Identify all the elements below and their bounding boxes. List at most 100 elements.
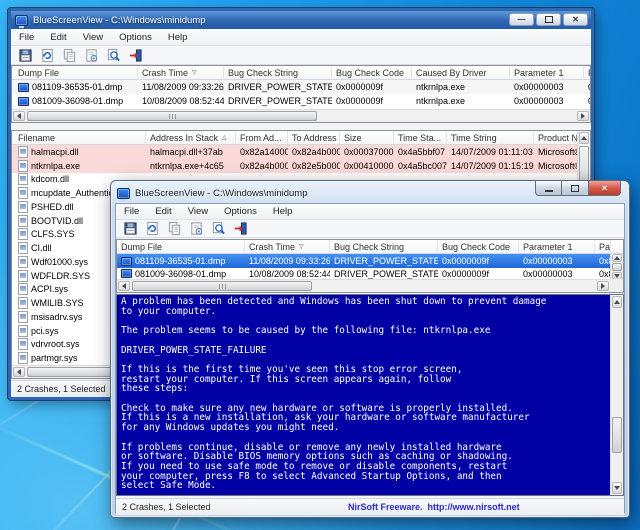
minimize-button[interactable] bbox=[535, 181, 562, 196]
system-file-icon bbox=[18, 352, 28, 364]
exit-button[interactable] bbox=[126, 47, 144, 63]
menu-file[interactable]: File bbox=[116, 204, 147, 219]
scroll-down-button[interactable] bbox=[612, 482, 622, 494]
col-crash-time[interactable]: Crash Time▽ bbox=[247, 240, 330, 253]
refresh-button[interactable] bbox=[143, 221, 161, 237]
properties-icon bbox=[84, 48, 99, 63]
scrollbar-thumb[interactable] bbox=[612, 417, 622, 453]
cell-filename: vdrvroot.sys bbox=[31, 339, 80, 349]
menu-file[interactable]: File bbox=[11, 29, 42, 45]
col-size[interactable]: Size bbox=[342, 131, 394, 144]
horizontal-scrollbar[interactable] bbox=[117, 279, 610, 292]
menu-help[interactable]: Help bbox=[160, 29, 196, 45]
col-parameter-1[interactable]: Parameter 1 bbox=[521, 240, 595, 253]
col-filename[interactable]: Filename bbox=[16, 131, 146, 144]
system-file-icon bbox=[18, 201, 28, 213]
properties-button[interactable] bbox=[82, 47, 100, 63]
save-button[interactable] bbox=[121, 221, 139, 237]
horizontal-scrollbar[interactable] bbox=[12, 109, 590, 122]
copy-button[interactable] bbox=[60, 47, 78, 63]
find-button[interactable] bbox=[104, 47, 122, 63]
menu-view[interactable]: View bbox=[180, 204, 216, 219]
col-parameter-2[interactable]: P bbox=[586, 66, 591, 79]
cell-size: 0x00410000 bbox=[342, 159, 394, 173]
scroll-up-button[interactable] bbox=[612, 254, 622, 262]
vertical-scrollbar[interactable] bbox=[610, 254, 623, 280]
scroll-up-button[interactable] bbox=[579, 132, 589, 144]
cell-time-string: 14/07/2009 01:15:19 bbox=[449, 159, 534, 173]
table-row[interactable]: 081109-36535-01.dmp 11/08/2009 09:33:26 … bbox=[12, 80, 590, 94]
col-bug-check-code[interactable]: Bug Check Code bbox=[440, 240, 519, 253]
table-row-selected[interactable]: 081109-36535-01.dmp 11/08/2009 09:33:26 … bbox=[117, 254, 623, 268]
cell-bug-check-string: DRIVER_POWER_STATE_... bbox=[226, 94, 332, 108]
copy-button[interactable] bbox=[165, 221, 183, 237]
foreground-window[interactable]: BlueScreenView - C:\Windows\minidump ✕ F… bbox=[110, 180, 630, 518]
arrow-right-icon bbox=[601, 283, 605, 289]
exit-button[interactable] bbox=[231, 221, 249, 237]
col-crash-time[interactable]: Crash Time▽ bbox=[140, 66, 224, 79]
toolbar bbox=[116, 220, 624, 238]
table-row[interactable]: halmacpi.dll halmacpi.dll+37ab 0x82a1400… bbox=[12, 145, 590, 159]
col-bug-check-string[interactable]: Bug Check String bbox=[226, 66, 332, 79]
refresh-button[interactable] bbox=[38, 47, 56, 63]
arrow-right-icon bbox=[581, 113, 585, 119]
scroll-left-button[interactable] bbox=[118, 281, 130, 291]
table-row[interactable]: ntkrnlpa.exe ntkrnlpa.exe+4c65 0x82a4b00… bbox=[12, 159, 590, 173]
col-to-address[interactable]: To Address bbox=[290, 131, 340, 144]
dump-file-icon bbox=[18, 83, 29, 92]
col-product-name[interactable]: Product Name bbox=[536, 131, 582, 144]
col-parameter-2[interactable]: Param bbox=[597, 240, 611, 253]
scroll-right-button[interactable] bbox=[597, 281, 609, 291]
table-row[interactable]: 081009-36098-01.dmp 10/08/2009 08:52:44 … bbox=[12, 94, 590, 108]
menu-options[interactable]: Options bbox=[216, 204, 265, 219]
scroll-up-button[interactable] bbox=[612, 296, 622, 308]
nirsoft-link[interactable]: NirSoft Freeware. http://www.nirsoft.net bbox=[348, 502, 520, 512]
blue-screen-preview-pane: A problem has been detected and Windows … bbox=[116, 294, 624, 496]
title-bar[interactable]: BlueScreenView - C:\Windows\minidump bbox=[117, 184, 307, 202]
cell-crash-time: 10/08/2009 08:52:44 bbox=[247, 268, 330, 279]
menu-options[interactable]: Options bbox=[111, 29, 160, 45]
minimize-button[interactable]: — bbox=[509, 13, 534, 26]
scrollbar-corner bbox=[610, 279, 623, 292]
table-row[interactable]: 081009-36098-01.dmp 10/08/2009 08:52:44 … bbox=[117, 268, 623, 279]
restore-button[interactable] bbox=[562, 181, 588, 196]
maximize-button[interactable] bbox=[536, 13, 561, 26]
col-time-string[interactable]: Time String bbox=[449, 131, 534, 144]
cell-bug-check-string: DRIVER_POWER_STATE... bbox=[332, 268, 438, 279]
close-button[interactable]: ✕ bbox=[563, 13, 588, 26]
menu-edit[interactable]: Edit bbox=[42, 29, 74, 45]
menu-view[interactable]: View bbox=[75, 29, 111, 45]
minimize-icon bbox=[545, 190, 553, 192]
dump-file-icon bbox=[121, 269, 132, 278]
exit-icon bbox=[128, 48, 143, 63]
arrow-left-icon bbox=[17, 113, 21, 119]
scrollbar-thumb[interactable] bbox=[612, 263, 622, 271]
find-button[interactable] bbox=[209, 221, 227, 237]
menu-edit[interactable]: Edit bbox=[147, 204, 179, 219]
window-body: File Edit View Options Help bbox=[115, 203, 625, 513]
scrollbar-thumb[interactable] bbox=[132, 281, 312, 291]
vertical-scrollbar[interactable] bbox=[610, 295, 623, 495]
col-time-stamp[interactable]: Time Sta... bbox=[396, 131, 447, 144]
close-button[interactable]: ✕ bbox=[588, 181, 621, 196]
col-dump-file[interactable]: Dump File bbox=[16, 66, 138, 79]
scroll-left-button[interactable] bbox=[13, 111, 25, 121]
col-dump-file[interactable]: Dump File bbox=[119, 240, 245, 253]
properties-button[interactable] bbox=[187, 221, 205, 237]
scroll-right-button[interactable] bbox=[577, 111, 589, 121]
cell-filename: mcupdate_Authentic bbox=[31, 188, 113, 198]
col-bug-check-string[interactable]: Bug Check String bbox=[332, 240, 438, 253]
cell-filename: Wdf01000.sys bbox=[31, 257, 88, 267]
scroll-left-button[interactable] bbox=[13, 367, 25, 377]
col-parameter-1[interactable]: Parameter 1 bbox=[512, 66, 584, 79]
cell-crash-time: 10/08/2009 08:52:44 bbox=[140, 94, 224, 108]
save-button[interactable] bbox=[16, 47, 34, 63]
col-caused-by-driver[interactable]: Caused By Driver bbox=[414, 66, 510, 79]
col-address-in-stack[interactable]: Address In Stack△ bbox=[148, 131, 236, 144]
cell-address-in-stack: ntkrnlpa.exe+4c65 bbox=[148, 159, 236, 173]
col-bug-check-code[interactable]: Bug Check Code bbox=[334, 66, 412, 79]
menu-help[interactable]: Help bbox=[265, 204, 301, 219]
scrollbar-thumb[interactable] bbox=[27, 111, 317, 121]
title-bar[interactable]: BlueScreenView - C:\Windows\minidump bbox=[11, 11, 591, 29]
col-from-address[interactable]: From Ad... bbox=[238, 131, 288, 144]
